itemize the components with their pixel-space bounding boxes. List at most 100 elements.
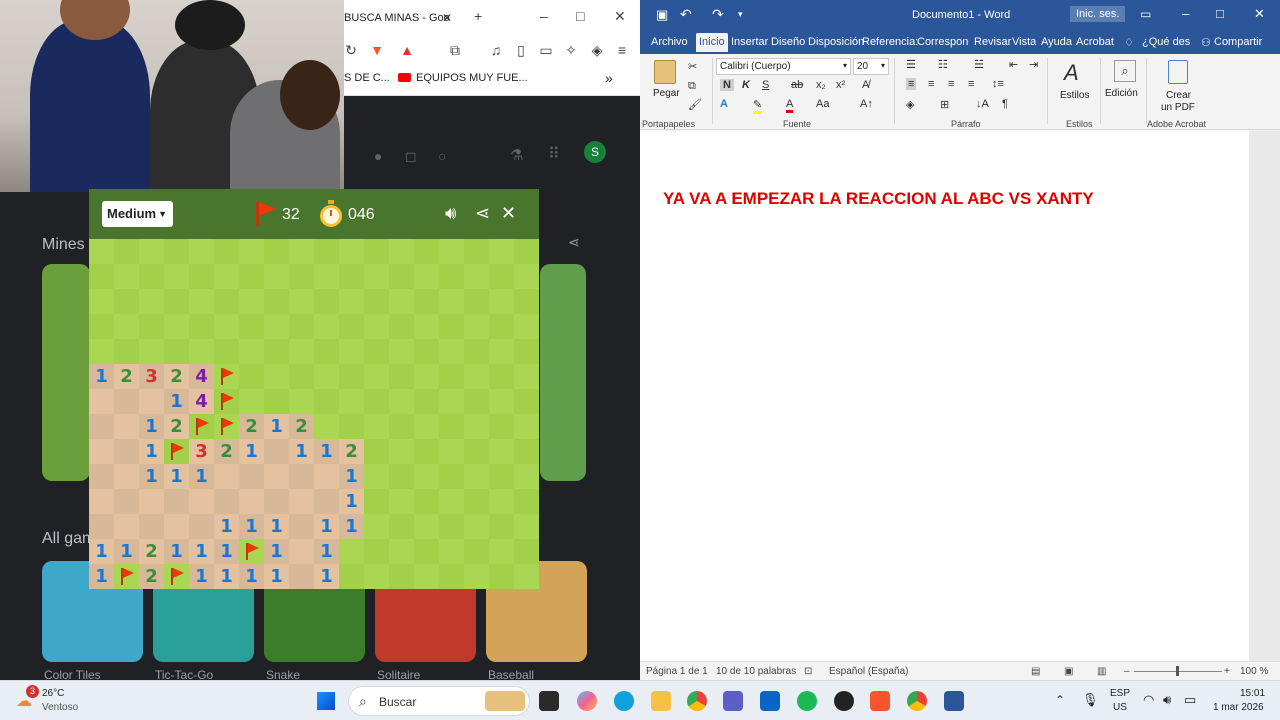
borders-icon[interactable]: ⊞ — [940, 98, 949, 111]
obs-icon[interactable] — [834, 691, 854, 711]
revealed-cell[interactable]: 1 — [239, 439, 264, 464]
hidden-cell[interactable] — [339, 339, 364, 364]
task-view-icon[interactable] — [539, 691, 559, 711]
hidden-cell[interactable] — [364, 364, 389, 389]
hidden-cell[interactable] — [114, 339, 139, 364]
revealed-cell[interactable]: 1 — [314, 514, 339, 539]
strikethrough-button[interactable]: ab — [791, 79, 803, 91]
revealed-cell[interactable] — [289, 564, 314, 589]
hidden-cell[interactable] — [239, 239, 264, 264]
hidden-cell[interactable] — [414, 289, 439, 314]
hidden-cell[interactable] — [464, 489, 489, 514]
hidden-cell[interactable] — [314, 239, 339, 264]
windows-start-icon[interactable] — [317, 692, 335, 710]
revealed-cell[interactable]: 4 — [189, 364, 214, 389]
revealed-cell[interactable]: 1 — [264, 414, 289, 439]
revealed-cell[interactable] — [289, 489, 314, 514]
hidden-cell[interactable] — [439, 264, 464, 289]
hidden-cell[interactable] — [464, 364, 489, 389]
hidden-cell[interactable] — [389, 489, 414, 514]
lang-primary[interactable]: ESP — [1110, 688, 1130, 699]
revealed-cell[interactable]: 2 — [339, 439, 364, 464]
revealed-cell[interactable]: 1 — [164, 539, 189, 564]
hidden-cell[interactable] — [114, 314, 139, 339]
hidden-cell[interactable] — [439, 514, 464, 539]
hidden-cell[interactable] — [389, 414, 414, 439]
hidden-cell[interactable] — [239, 364, 264, 389]
hidden-cell[interactable] — [114, 264, 139, 289]
hidden-cell[interactable] — [464, 389, 489, 414]
revealed-cell[interactable] — [164, 489, 189, 514]
hidden-cell[interactable] — [514, 564, 539, 589]
hidden-cell[interactable] — [264, 289, 289, 314]
hidden-cell[interactable] — [439, 364, 464, 389]
accessibility-icon[interactable]: ⊡ — [804, 666, 812, 677]
hidden-cell[interactable] — [489, 289, 514, 314]
revealed-cell[interactable]: 2 — [289, 414, 314, 439]
flagged-cell[interactable] — [164, 439, 189, 464]
revealed-cell[interactable] — [264, 489, 289, 514]
hidden-cell[interactable] — [439, 289, 464, 314]
hidden-cell[interactable] — [439, 389, 464, 414]
revealed-cell[interactable]: 1 — [289, 439, 314, 464]
hidden-cell[interactable] — [364, 264, 389, 289]
outlook-icon[interactable] — [760, 691, 780, 711]
bookmark-2[interactable]: EQUIPOS MUY FUE... — [416, 72, 528, 84]
tell-me-search[interactable]: ¿Qué des — [1142, 36, 1190, 48]
highlight-icon[interactable]: ✎ — [753, 98, 763, 114]
tab-acrobat[interactable]: Acrobat — [1076, 36, 1114, 48]
difficulty-select[interactable]: Medium ▼ — [102, 201, 173, 227]
hidden-cell[interactable] — [389, 564, 414, 589]
search-icon[interactable]: ○ — [438, 148, 446, 164]
revealed-cell[interactable] — [264, 464, 289, 489]
hidden-cell[interactable] — [339, 564, 364, 589]
hidden-cell[interactable] — [414, 464, 439, 489]
hidden-cell[interactable] — [339, 364, 364, 389]
account-avatar[interactable]: S — [584, 141, 606, 163]
revealed-cell[interactable] — [239, 464, 264, 489]
hidden-cell[interactable] — [314, 389, 339, 414]
pilcrow-icon[interactable]: ¶ — [1002, 98, 1008, 110]
hidden-cell[interactable] — [464, 289, 489, 314]
revealed-cell[interactable] — [189, 514, 214, 539]
hidden-cell[interactable] — [164, 239, 189, 264]
hidden-cell[interactable] — [514, 239, 539, 264]
tab-referencias[interactable]: Referencia: — [862, 36, 918, 48]
hidden-cell[interactable] — [489, 464, 514, 489]
hidden-cell[interactable] — [389, 539, 414, 564]
hidden-cell[interactable] — [364, 239, 389, 264]
revealed-cell[interactable] — [89, 514, 114, 539]
tab-revisar[interactable]: Revisar — [974, 36, 1011, 48]
hidden-cell[interactable] — [239, 264, 264, 289]
flagged-cell[interactable] — [214, 414, 239, 439]
hidden-cell[interactable] — [339, 389, 364, 414]
hidden-cell[interactable] — [339, 414, 364, 439]
apps-grid-icon[interactable]: ⠿ — [548, 144, 560, 164]
hidden-cell[interactable] — [239, 314, 264, 339]
print-layout-icon[interactable]: ▣ — [1064, 666, 1073, 677]
hidden-cell[interactable] — [164, 289, 189, 314]
close-icon[interactable]: ✕ — [442, 11, 452, 25]
volume-icon[interactable]: 🔊︎ — [1163, 692, 1171, 708]
hidden-cell[interactable] — [189, 314, 214, 339]
hidden-cell[interactable] — [489, 314, 514, 339]
hidden-cell[interactable] — [389, 339, 414, 364]
align-right-icon[interactable]: ≡ — [948, 78, 954, 90]
hidden-cell[interactable] — [389, 264, 414, 289]
revealed-cell[interactable]: 1 — [314, 539, 339, 564]
revealed-cell[interactable]: 1 — [189, 564, 214, 589]
grow-font-icon[interactable]: A↑ — [860, 98, 873, 110]
battery-icon[interactable]: ▭ — [1184, 692, 1196, 708]
zoom-thumb[interactable] — [1176, 666, 1179, 676]
redo-icon[interactable]: ↷ — [712, 6, 724, 23]
music-icon[interactable]: ♫ — [487, 41, 505, 59]
create-pdf-label-2[interactable]: un PDF — [1161, 102, 1195, 113]
hidden-cell[interactable] — [464, 564, 489, 589]
microphone-icon[interactable]: 🎙︎ — [1082, 692, 1099, 708]
hidden-cell[interactable] — [414, 564, 439, 589]
flagged-cell[interactable] — [239, 539, 264, 564]
save-icon[interactable]: ▣ — [656, 7, 668, 23]
revealed-cell[interactable]: 1 — [139, 464, 164, 489]
copilot-icon[interactable] — [577, 691, 597, 711]
hidden-cell[interactable] — [464, 264, 489, 289]
